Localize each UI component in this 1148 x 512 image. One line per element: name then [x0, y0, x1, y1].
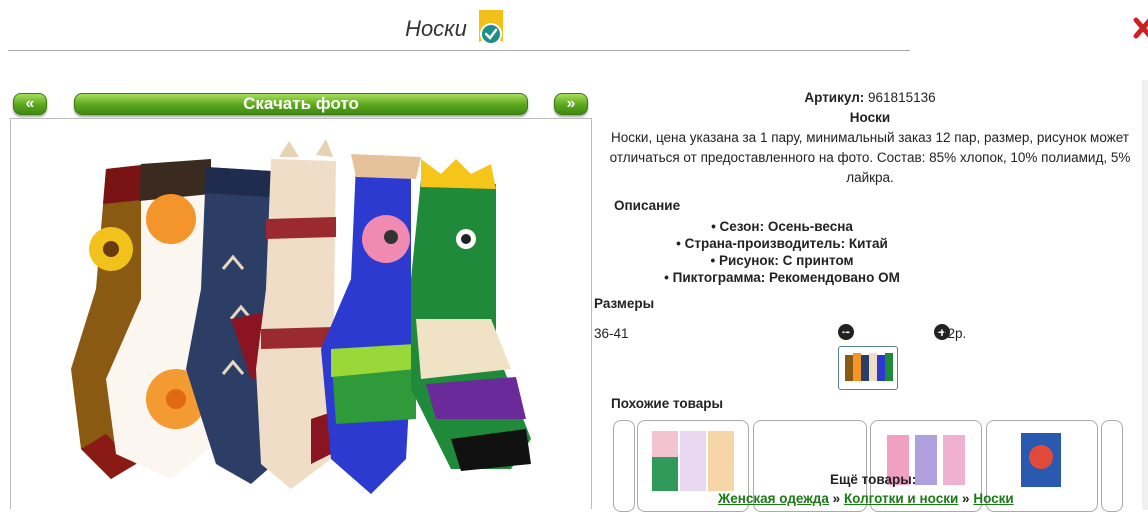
product-name: Носки — [849, 110, 891, 125]
description-heading: Описание — [614, 198, 681, 213]
breadcrumb: Женская одежда » Колготки и носки » Носк… — [718, 491, 1014, 506]
product-description: Носки, цена указана за 1 пару, минимальн… — [609, 130, 1131, 185]
sock-green-crown — [411, 159, 531, 471]
property-season: Сезон: Осень-весна — [632, 218, 932, 235]
article-line: Артикул: 961815136 — [592, 88, 1148, 108]
article-label: Артикул: — [804, 90, 865, 105]
breadcrumb-separator: » — [962, 491, 970, 506]
property-pictogram: Пиктограмма: Рекомендовано ОМ — [632, 269, 932, 286]
previous-photo-button[interactable]: « — [13, 93, 47, 115]
verified-badge-icon — [477, 10, 505, 48]
scrollbar[interactable] — [1142, 80, 1148, 510]
breadcrumb-link-socks[interactable]: Носки — [973, 491, 1013, 506]
property-list: Сезон: Осень-весна Страна-производитель:… — [632, 218, 932, 286]
sizes-heading: Размеры — [594, 296, 655, 311]
photo-thumbnail[interactable] — [838, 346, 898, 390]
product-info: Артикул: 961815136 Носки Носки, цена ука… — [592, 88, 1148, 350]
breadcrumb-link-tights-socks[interactable]: Колготки и носки — [844, 491, 958, 506]
property-pattern: Рисунок: С принтом — [632, 252, 932, 269]
page-title: Носки — [0, 10, 910, 48]
size-value: 36-41 — [594, 326, 629, 341]
article-value: 961815136 — [868, 90, 936, 105]
quantity-value: 0 — [844, 326, 852, 341]
breadcrumb-separator: » — [832, 491, 841, 506]
similar-heading: Похожие товары — [611, 396, 724, 411]
breadcrumb-link-women-clothing[interactable]: Женская одежда — [718, 491, 829, 506]
download-photo-button[interactable]: Скачать фото — [74, 93, 528, 115]
sock-blue-sheep — [321, 154, 421, 494]
next-photo-button[interactable]: » — [554, 93, 588, 115]
property-country: Страна-производитель: Китай — [632, 235, 932, 252]
more-goods-label: Ещё товары: — [830, 472, 917, 487]
product-photo[interactable] — [10, 118, 592, 509]
similar-card-partial-right[interactable] — [1101, 420, 1123, 512]
similar-card-partial-left[interactable] — [613, 420, 635, 512]
product-title: Носки — [405, 16, 467, 41]
price-value: 72р. — [940, 326, 967, 341]
title-divider — [8, 50, 910, 51]
close-icon[interactable] — [1133, 16, 1148, 40]
